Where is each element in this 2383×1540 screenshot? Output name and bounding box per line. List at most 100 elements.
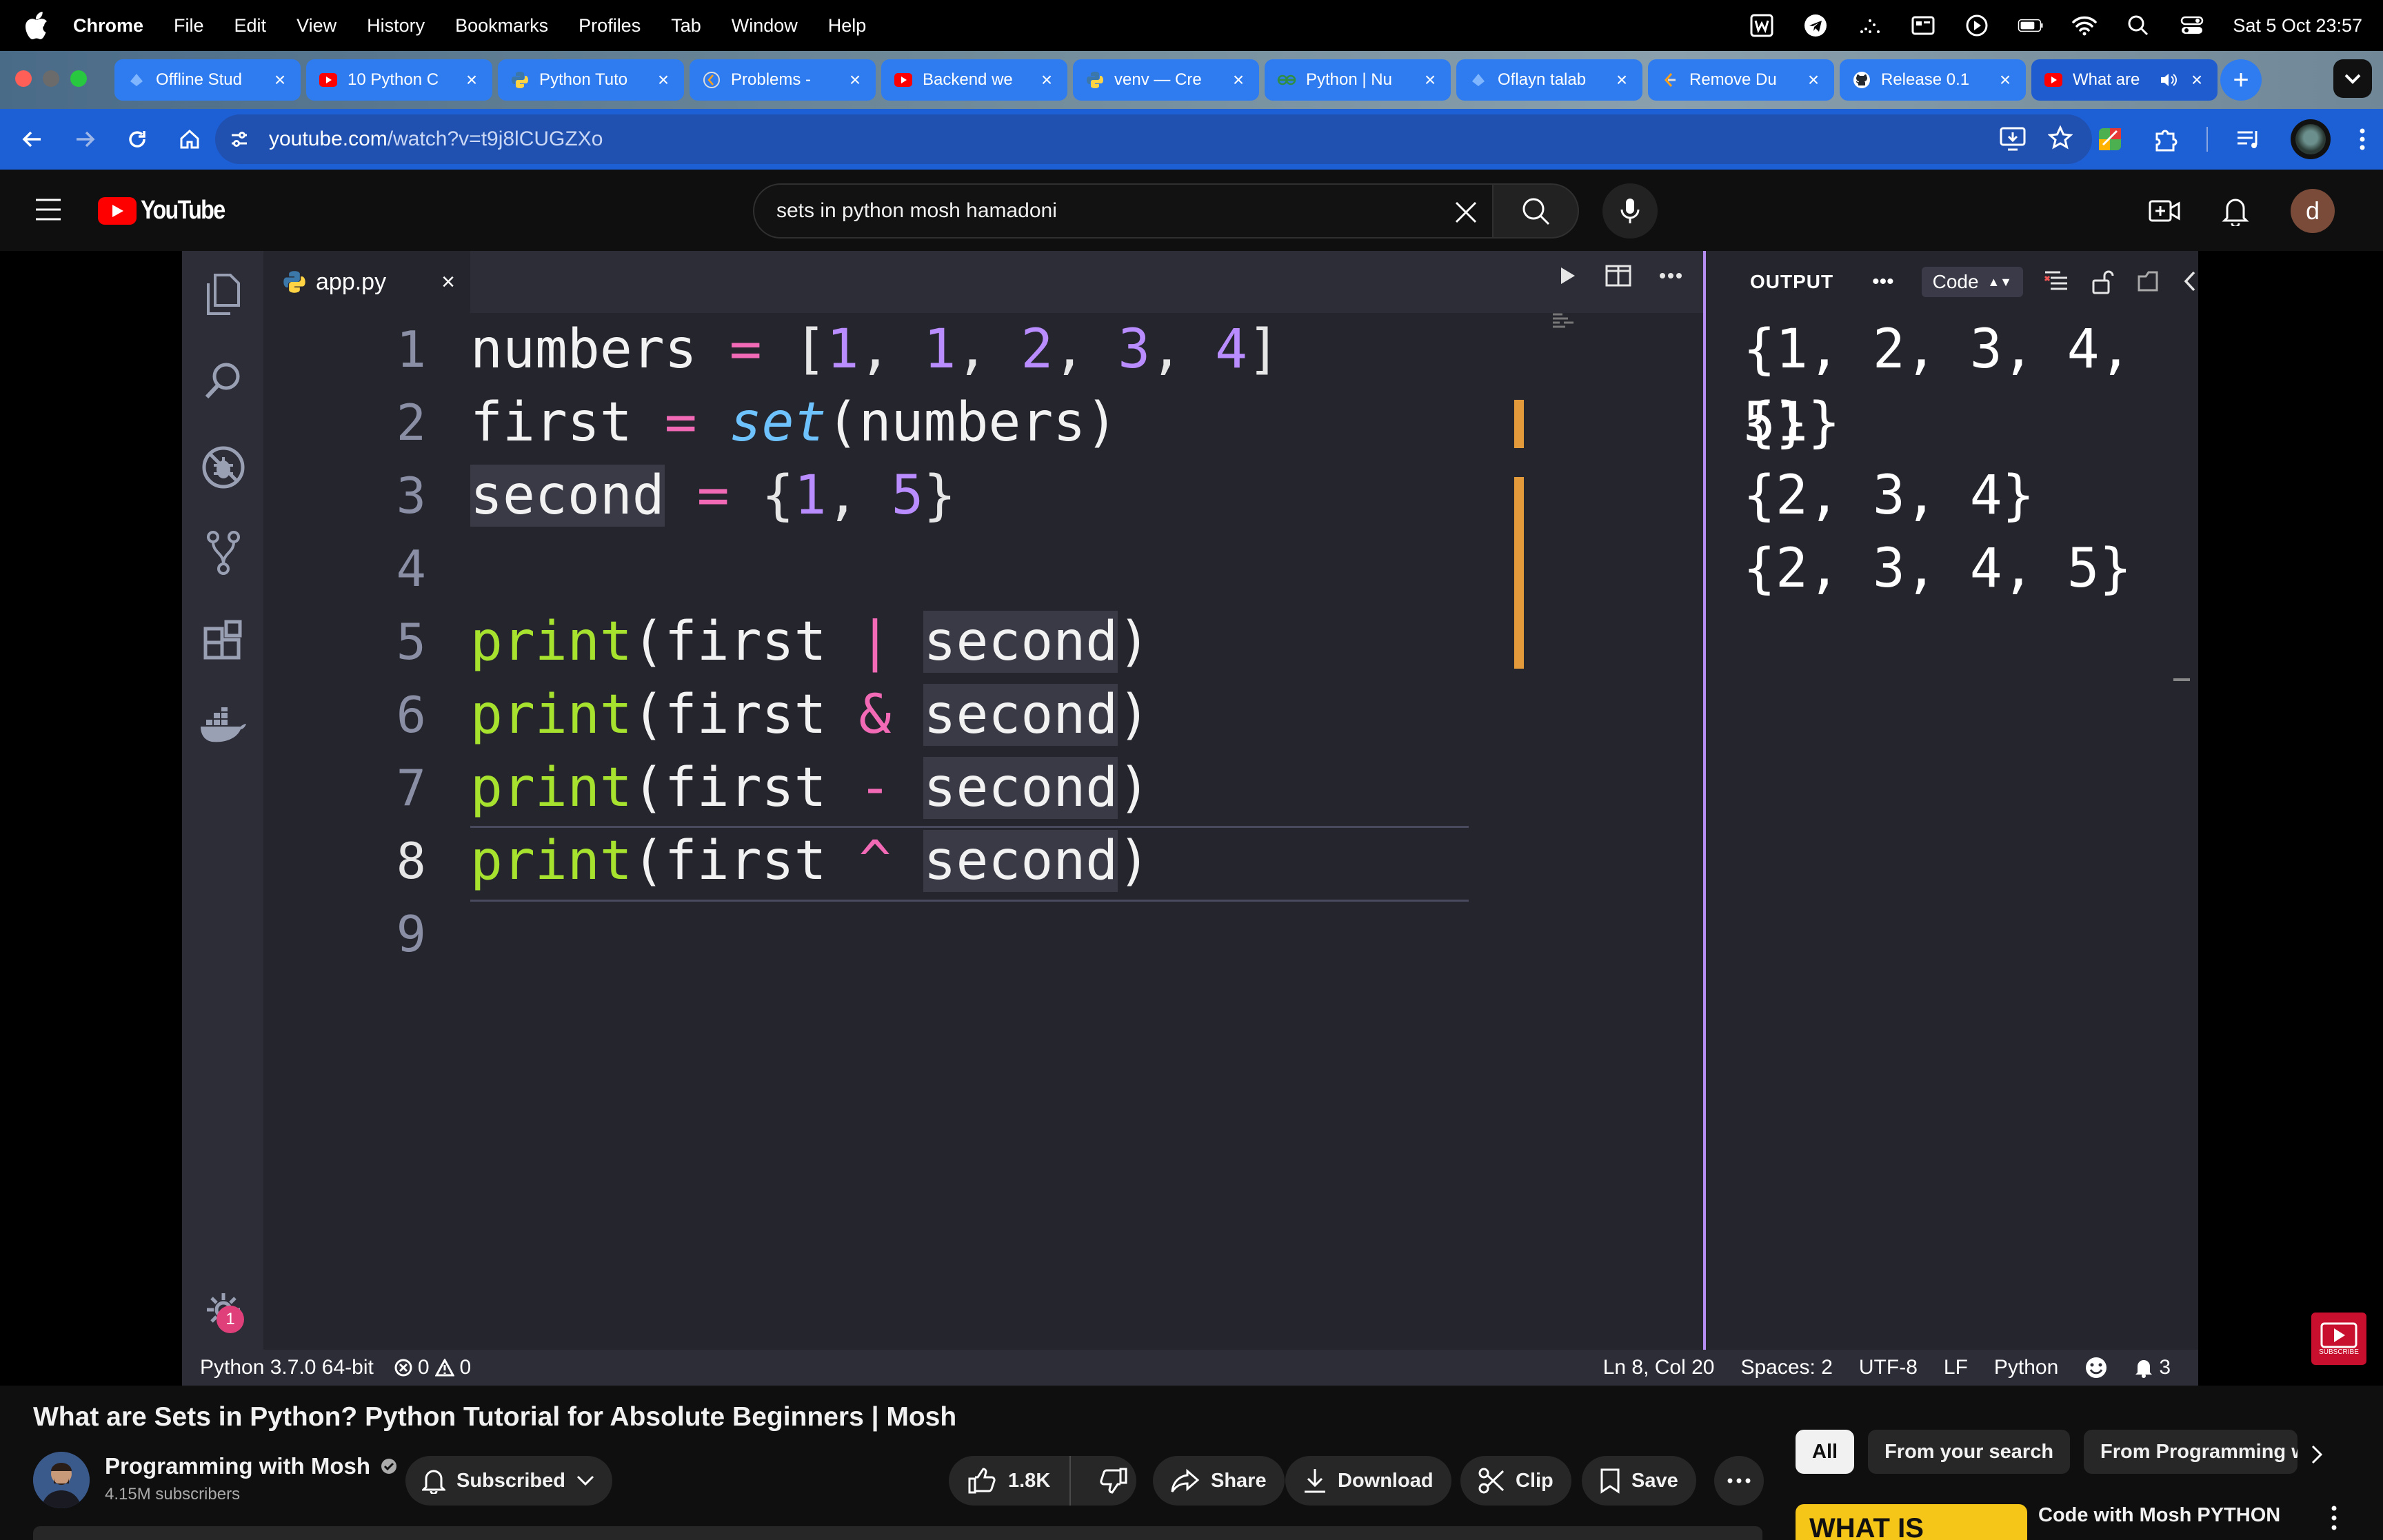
menu-chrome[interactable]: Chrome	[73, 15, 143, 37]
channel-name[interactable]: Programming with Mosh	[105, 1453, 398, 1479]
close-tab-icon[interactable]: ×	[1997, 69, 2013, 91]
profile-avatar[interactable]	[2291, 119, 2331, 159]
recommended-title[interactable]: Code with Mosh PYTHON	[2038, 1504, 2280, 1527]
new-tab-button[interactable]: +	[2220, 59, 2262, 101]
menu-tab[interactable]: Tab	[671, 15, 701, 37]
extensions-puzzle-icon[interactable]	[2151, 125, 2179, 153]
menu-bookmarks[interactable]: Bookmarks	[455, 15, 548, 37]
close-tab-icon[interactable]: ×	[1613, 69, 1630, 91]
subscribed-button[interactable]: Subscribed	[405, 1456, 612, 1506]
create-video-icon[interactable]	[2149, 197, 2180, 225]
menu-clock[interactable]: Sat 5 Oct 23:57	[2233, 15, 2362, 37]
menu-file[interactable]: File	[174, 15, 204, 37]
browser-tab[interactable]: Python | Nu ×	[1265, 59, 1451, 101]
hamburger-menu-icon[interactable]	[34, 197, 62, 222]
browser-tab-active[interactable]: What are ×	[2031, 59, 2218, 101]
clip-button[interactable]: Clip	[1460, 1456, 1571, 1506]
word-icon[interactable]	[1749, 12, 1775, 39]
browser-tab[interactable]: venv — Cre ×	[1073, 59, 1259, 101]
dots-chart-icon[interactable]	[1856, 12, 1882, 39]
line-number: 7	[396, 759, 426, 817]
address-bar[interactable]: youtube.com/watch?v=t9j8lCUGZXo	[215, 114, 2092, 164]
chips-next-button[interactable]	[2300, 1438, 2333, 1471]
browser-tab[interactable]: Offline Stud ×	[114, 59, 301, 101]
browser-tab[interactable]: Release 0.1 ×	[1840, 59, 2026, 101]
menu-help[interactable]: Help	[828, 15, 867, 37]
media-queue-icon[interactable]	[2235, 127, 2263, 152]
browser-tab[interactable]: Oflayn talab ×	[1456, 59, 1642, 101]
voice-search-button[interactable]	[1602, 183, 1658, 239]
search-input[interactable]: sets in python mosh hamadoni	[753, 183, 1494, 239]
youtube-icon	[2044, 70, 2063, 90]
control-center-icon[interactable]	[2179, 12, 2205, 39]
browser-tab[interactable]: Python Tuto ×	[498, 59, 684, 101]
reload-icon[interactable]	[121, 123, 153, 155]
youtube-logo[interactable]: YouTube	[98, 196, 239, 225]
share-arrow-icon	[1171, 1468, 1200, 1492]
wifi-icon[interactable]	[2071, 12, 2098, 39]
account-avatar[interactable]: d	[2291, 189, 2335, 233]
channel-avatar[interactable]	[33, 1452, 90, 1508]
more-actions-button[interactable]	[1714, 1456, 1764, 1506]
menu-edit[interactable]: Edit	[234, 15, 267, 37]
download-button[interactable]: Download	[1285, 1456, 1451, 1506]
clear-search-icon[interactable]	[1447, 193, 1485, 232]
recommended-thumbnail[interactable]: WHAT IS	[1796, 1504, 2027, 1540]
chip-from-channel[interactable]: From Programming wit	[2084, 1430, 2298, 1474]
back-icon[interactable]	[17, 123, 48, 155]
play-circle-icon[interactable]	[1964, 12, 1990, 39]
close-tab-icon[interactable]: ×	[847, 69, 863, 91]
menu-profiles[interactable]: Profiles	[579, 15, 641, 37]
install-app-icon[interactable]	[2000, 127, 2026, 152]
menu-view[interactable]: View	[296, 15, 336, 37]
video-info: What are Sets in Python? Python Tutorial…	[0, 1386, 2383, 1540]
subscribe-watermark[interactable]: SUBSCRIBE	[2311, 1313, 2366, 1365]
minimize-window-button[interactable]	[43, 70, 59, 87]
browser-tab[interactable]: Problems - ×	[690, 59, 876, 101]
code-line: second = {1, 5}	[470, 465, 956, 527]
speaker-icon[interactable]	[2160, 72, 2178, 88]
save-button[interactable]: Save	[1582, 1456, 1696, 1506]
forward-icon[interactable]	[69, 123, 101, 155]
close-tab-icon[interactable]: ×	[2189, 69, 2205, 91]
zoom-window-button[interactable]	[70, 70, 87, 87]
leetcode-icon	[702, 70, 721, 90]
menu-history[interactable]: History	[367, 15, 425, 37]
language-mode: Python	[1993, 1356, 2059, 1379]
close-tab-icon[interactable]: ×	[1038, 69, 1055, 91]
dislike-button[interactable]	[1082, 1468, 1145, 1494]
chip-from-your-search[interactable]: From your search	[1868, 1430, 2071, 1474]
notifications-bell-icon[interactable]	[2222, 196, 2249, 226]
close-window-button[interactable]	[15, 70, 32, 87]
close-tab-icon[interactable]: ×	[655, 69, 672, 91]
video-player[interactable]: 1 app.py × 1 numbers = [1, 1, 2, 3, 4] 2	[0, 251, 2383, 1386]
recommended-more-icon[interactable]	[2324, 1504, 2344, 1532]
share-button[interactable]: Share	[1153, 1456, 1285, 1506]
bookmark-star-icon[interactable]	[2048, 125, 2073, 150]
chrome-menu-icon[interactable]	[2358, 127, 2366, 152]
home-icon[interactable]	[174, 123, 205, 155]
menu-window[interactable]: Window	[732, 15, 798, 37]
close-tab-icon[interactable]: ×	[463, 69, 480, 91]
line-number: 5	[396, 613, 426, 671]
search-button[interactable]	[1494, 183, 1579, 239]
browser-tab[interactable]: Remove Du ×	[1648, 59, 1834, 101]
browser-tab[interactable]: Backend we ×	[881, 59, 1067, 101]
python-icon	[1085, 70, 1105, 90]
address-url[interactable]: youtube.com/watch?v=t9j8lCUGZXo	[269, 128, 603, 151]
close-tab-icon[interactable]: ×	[1422, 69, 1438, 91]
browser-tab[interactable]: 10 Python C ×	[306, 59, 492, 101]
telegram-icon[interactable]	[1802, 12, 1829, 39]
site-info-icon[interactable]	[229, 129, 250, 150]
spotlight-search-icon[interactable]	[2125, 12, 2151, 39]
tab-search-button[interactable]	[2333, 59, 2372, 98]
close-tab-icon[interactable]: ×	[1230, 69, 1247, 91]
screen-icon[interactable]	[1910, 12, 1936, 39]
chip-all[interactable]: All	[1796, 1430, 1855, 1474]
close-tab-icon[interactable]: ×	[272, 69, 288, 91]
extension-colorful-icon[interactable]	[2096, 125, 2124, 153]
close-tab-icon[interactable]: ×	[1805, 69, 1822, 91]
apple-icon[interactable]	[25, 12, 48, 39]
like-button[interactable]: 1.8K	[949, 1456, 1072, 1506]
description-box[interactable]	[33, 1526, 1762, 1540]
